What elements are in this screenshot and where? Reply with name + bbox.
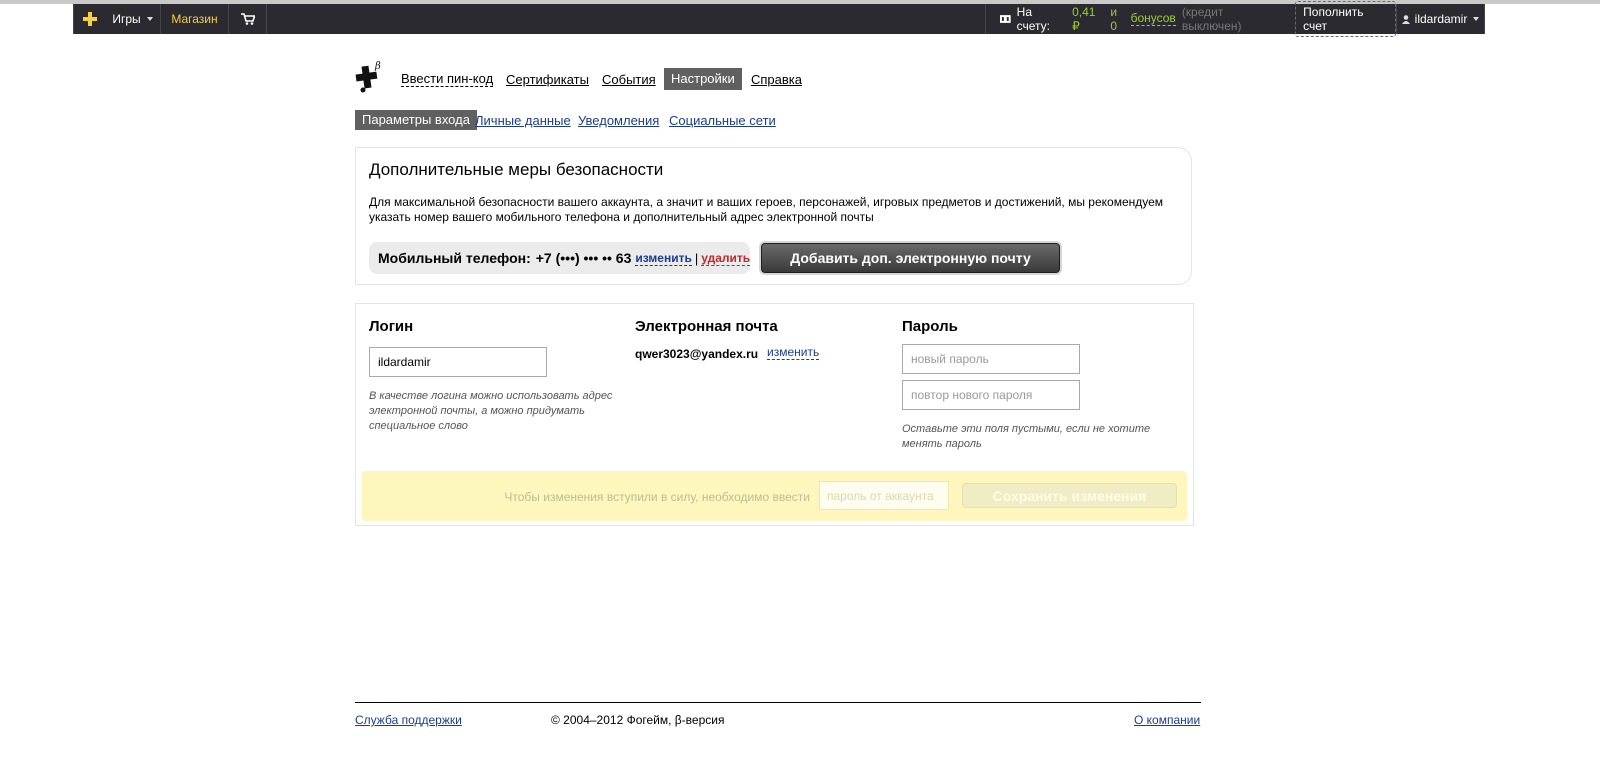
phone-label: Мобильный телефон: <box>378 250 531 266</box>
login-title: Логин <box>369 318 414 335</box>
phone-delete-link[interactable]: удалить <box>701 251 751 266</box>
email-value: qwer3023@yandex.ru <box>635 347 759 361</box>
login-settings-form: Логин ildardamir В качестве логина можно… <box>355 303 1194 526</box>
site-logo-icon[interactable]: β <box>355 60 385 94</box>
balance-value: 0,41 ₽ <box>1072 5 1096 33</box>
svg-text:β: β <box>374 61 381 72</box>
top-bar: Игры Магазин На счету: 0,41 ₽ и 0 бонусо… <box>73 1 1485 37</box>
login-hint: В качестве логина можно использовать адр… <box>369 390 613 432</box>
account-password-input[interactable]: пароль от аккаунта <box>819 481 949 510</box>
login-input[interactable]: ildardamir <box>369 347 547 377</box>
about-link[interactable]: О компании <box>1134 713 1200 727</box>
repeat-password-input[interactable]: повтор нового пароля <box>902 380 1080 410</box>
save-bar: Чтобы изменения вступили в силу, необход… <box>362 471 1187 521</box>
email-title: Электронная почта <box>635 318 778 335</box>
nav-certificates[interactable]: Сертификаты <box>506 72 589 87</box>
user-icon <box>1401 14 1410 24</box>
email-change-link[interactable]: изменить <box>767 345 820 360</box>
security-panel: Дополнительные меры безопасности Для мак… <box>355 147 1192 285</box>
user-menu[interactable]: ildardamir <box>1397 4 1485 34</box>
chevron-down-icon <box>1473 17 1480 21</box>
copyright: © 2004–2012 Фогейм, β-версия <box>551 713 725 727</box>
plus-logo-icon <box>82 12 97 26</box>
cart-icon <box>240 13 255 25</box>
bonus-count: и 0 <box>1110 5 1118 33</box>
save-button[interactable]: Сохранить изменения <box>962 483 1177 508</box>
shop-link[interactable]: Магазин <box>161 4 229 34</box>
tab-notifications[interactable]: Уведомления <box>578 113 659 128</box>
bonus-link[interactable]: бонусов <box>1130 12 1176 26</box>
nav-events[interactable]: События <box>602 72 656 87</box>
games-menu[interactable]: Игры <box>105 4 161 34</box>
balance-panel: На счету: 0,41 ₽ и 0 бонусов (кредит вык… <box>985 1 1397 37</box>
separator: | <box>694 250 699 266</box>
nav-help[interactable]: Справка <box>751 72 802 87</box>
balance-label: На счету: <box>1016 5 1051 33</box>
username: ildardamir <box>1414 12 1468 26</box>
tab-login-params[interactable]: Параметры входа <box>355 110 477 130</box>
password-hint: Оставьте эти поля пустыми, если не хотит… <box>902 423 1151 450</box>
phone-box: Мобильный телефон: +7 (•••) ••• •• 63 из… <box>369 242 751 274</box>
phone-change-link[interactable]: изменить <box>635 251 692 266</box>
support-link[interactable]: Служба поддержки <box>355 713 462 727</box>
password-title: Пароль <box>902 318 958 335</box>
security-title: Дополнительные меры безопасности <box>369 160 664 179</box>
phone-value: +7 (•••) ••• •• 63 <box>535 250 632 266</box>
chevron-down-icon <box>146 17 153 21</box>
security-description: Для максимальной безопасности вашего акк… <box>369 195 1164 224</box>
tab-personal-data[interactable]: Личные данные <box>475 113 571 128</box>
tab-social-networks[interactable]: Социальные сети <box>669 113 776 128</box>
wallet-icon <box>1000 15 1011 23</box>
topup-button[interactable]: Пополнить счет <box>1295 1 1396 37</box>
new-password-input[interactable]: новый пароль <box>902 344 1080 374</box>
home-logo-button[interactable] <box>73 4 105 34</box>
shop-label: Магазин <box>171 12 218 26</box>
credit-status: (кредит выключен) <box>1181 5 1242 33</box>
cart-button[interactable] <box>229 4 267 34</box>
games-label: Игры <box>112 12 141 26</box>
save-note: Чтобы изменения вступили в силу, необход… <box>504 490 810 504</box>
add-email-button[interactable]: Добавить доп. электронную почту <box>761 243 1060 273</box>
nav-pin-code[interactable]: Ввести пин-код <box>401 72 494 87</box>
nav-settings[interactable]: Настройки <box>664 68 742 90</box>
footer-divider <box>355 702 1201 703</box>
